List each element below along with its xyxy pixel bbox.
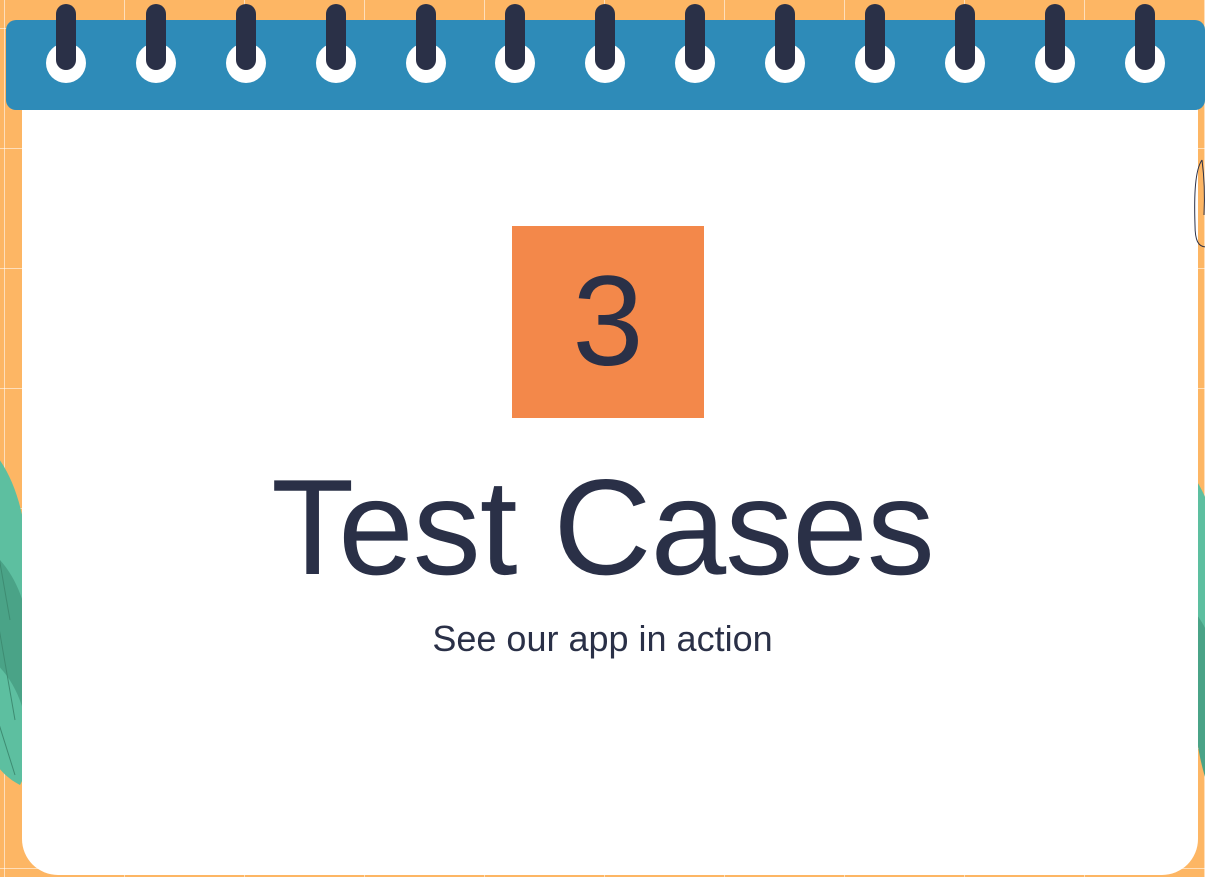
binder-ring-icon [945,0,985,95]
binder-ring-icon [316,0,356,95]
binder-ring-icon [675,0,715,95]
binder-ring-icon [46,0,86,95]
binder-ring-icon [406,0,446,95]
slide-subtitle: See our app in action [432,618,773,659]
section-number: 3 [572,250,644,393]
binder-ring-icon [226,0,266,95]
binder-ring-icon [585,0,625,95]
slide-title: Test Cases [271,451,935,603]
binder-ring-icon [765,0,805,95]
binder-ring-icon [136,0,176,95]
binder-ring-icon [495,0,535,95]
binder-ring-icon [1125,0,1165,95]
binder-ring-icon [1035,0,1075,95]
pencil-doodle-icon [1194,159,1205,248]
section-number-box: 3 [512,226,704,418]
binder-ring-icon [855,0,895,95]
